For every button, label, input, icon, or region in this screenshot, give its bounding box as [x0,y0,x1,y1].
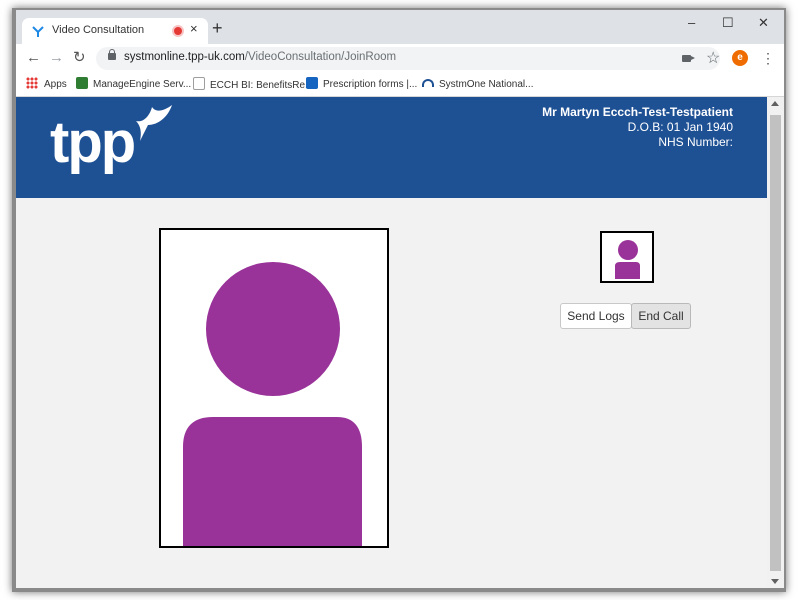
camera-icon[interactable] [682,55,695,62]
header-banner: tpp Mr Martyn Eccch-Test-Testpatient D.O… [16,97,767,198]
bookmark-prescription-forms[interactable]: Prescription forms |... [306,77,417,93]
minimize-button[interactable]: – [688,15,695,30]
browser-tab[interactable]: Video Consultation × [22,18,208,44]
patient-name: Mr Martyn Eccch-Test-Testpatient [542,105,733,119]
close-window-button[interactable]: ✕ [758,15,769,31]
local-video-frame [600,231,654,283]
document-icon [193,77,205,90]
person-placeholder-icon [183,262,362,546]
tpp-logo: tpp [50,103,180,181]
end-call-button[interactable]: End Call [631,303,691,329]
patient-nhs-number: NHS Number: [658,135,733,149]
forward-button[interactable]: → [49,50,64,66]
systmone-icon [422,79,434,87]
browser-window: Video Consultation × + – ☐ ✕ ← → ↻ systm… [16,10,784,588]
profile-avatar[interactable]: e [732,50,748,66]
bookmark-apps[interactable]: Apps [26,77,67,93]
url-text: systmonline.tpp-uk.com/VideoConsultation… [124,51,396,63]
page-content: tpp Mr Martyn Eccch-Test-Testpatient D.O… [16,97,767,588]
scroll-thumb[interactable] [770,115,781,571]
bird-logo-icon [136,105,172,141]
send-logs-button[interactable]: Send Logs [560,303,632,329]
patient-details: Mr Martyn Eccch-Test-Testpatient D.O.B: … [542,105,733,150]
recording-dot-icon [172,25,184,37]
bookmark-ecch-bi[interactable]: ECCH BI: BenefitsRe... [193,77,313,93]
bookmark-manageengine[interactable]: ManageEngine Serv... [76,77,191,93]
tab-title: Video Consultation [52,24,145,36]
bookmark-systmone[interactable]: SystmOne National... [422,77,533,93]
url-host: systmonline.tpp-uk.com [124,51,245,63]
logo-text: tpp [50,110,136,175]
person-placeholder-icon [615,240,640,279]
manageengine-icon [76,77,88,89]
tab-close-icon[interactable]: × [190,21,198,36]
bookmarks-bar: Apps ManageEngine Serv... ECCH BI: Benef… [16,74,784,97]
remote-video-frame [159,228,389,548]
scroll-up-icon[interactable] [771,101,779,106]
lock-icon [108,49,116,60]
kebab-menu-icon[interactable]: ⋮ [761,50,775,67]
maximize-button[interactable]: ☐ [722,15,734,31]
reload-button[interactable]: ↻ [73,50,86,66]
apps-grid-icon [26,77,38,89]
back-button[interactable]: ← [26,50,41,66]
browser-toolbar: ← → ↻ systmonline.tpp-uk.com/VideoConsul… [16,44,784,74]
nhs-bsa-icon [306,77,318,89]
star-icon[interactable]: ☆ [706,48,720,68]
tpp-favicon-icon [32,26,44,37]
title-bar: Video Consultation × + – ☐ ✕ [16,10,784,44]
scroll-down-icon[interactable] [771,579,779,584]
url-path: /VideoConsultation/JoinRoom [244,51,397,63]
patient-dob: D.O.B: 01 Jan 1940 [627,120,733,134]
vertical-scrollbar[interactable] [767,97,784,588]
address-bar[interactable]: systmonline.tpp-uk.com/VideoConsultation… [96,47,720,70]
new-tab-button[interactable]: + [212,19,223,37]
